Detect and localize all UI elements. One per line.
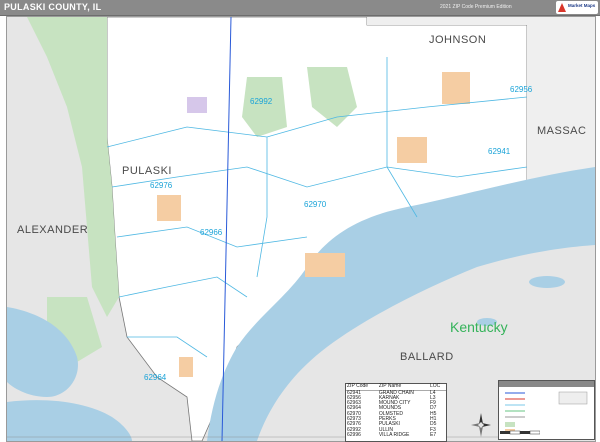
scale-bar (500, 430, 540, 435)
edition-label: 2021 ZIP Code Premium Edition (440, 4, 512, 10)
county-label-massac: MASSAC (537, 125, 587, 137)
title-bar: PULASKI COUNTY, IL 2021 ZIP Code Premium… (0, 0, 600, 16)
brand-name: Market Maps (568, 3, 596, 8)
lake (529, 276, 565, 288)
legend-zip: 62996 (347, 431, 361, 438)
county-label-alexander: ALEXANDER (17, 224, 89, 236)
zip-label-62970: 62970 (304, 200, 327, 209)
map-canvas[interactable]: JOHNSON MASSAC PULASKI ALEXANDER BALLARD… (6, 16, 600, 442)
county-label-pulaski: PULASKI (122, 165, 172, 177)
zip-label-62964: 62964 (144, 373, 167, 382)
olmsted-city (305, 253, 345, 277)
map-svg (7, 16, 600, 442)
zip-label-62976: 62976 (150, 181, 173, 190)
logo-icon (558, 3, 566, 12)
county-label-ballard: BALLARD (400, 351, 454, 363)
karnak-city (442, 72, 470, 104)
compass-icon (471, 413, 491, 437)
zip-legend-table: ZIP Code ZIP Name LOC 62941 GRAND CHAIN L4… (346, 383, 446, 438)
pulaski-city (157, 195, 181, 221)
state-label-kentucky: Kentucky (450, 319, 508, 335)
mounds-city (179, 357, 193, 377)
brand-logo: Market Maps (556, 1, 598, 14)
legend-loc: E7 (430, 431, 437, 438)
legend-name: VILLA RIDGE (378, 431, 410, 438)
zip-label-62956: 62956 (510, 85, 533, 94)
zip-label-62992: 62992 (250, 97, 273, 106)
legend-row: 62996 VILLA RIDGE E7 (346, 431, 446, 438)
ullin-city (187, 97, 207, 113)
grand-chain-city (397, 137, 427, 163)
zip-legend: ZIP Code ZIP Name LOC 62941 GRAND CHAIN L4… (345, 383, 447, 442)
county-label-johnson: JOHNSON (429, 34, 487, 46)
zip-label-62941: 62941 (488, 147, 511, 156)
map-title: PULASKI COUNTY, IL (4, 2, 102, 12)
zip-label-62966: 62966 (200, 228, 223, 237)
map-frame: PULASKI COUNTY, IL 2021 ZIP Code Premium… (0, 0, 600, 442)
